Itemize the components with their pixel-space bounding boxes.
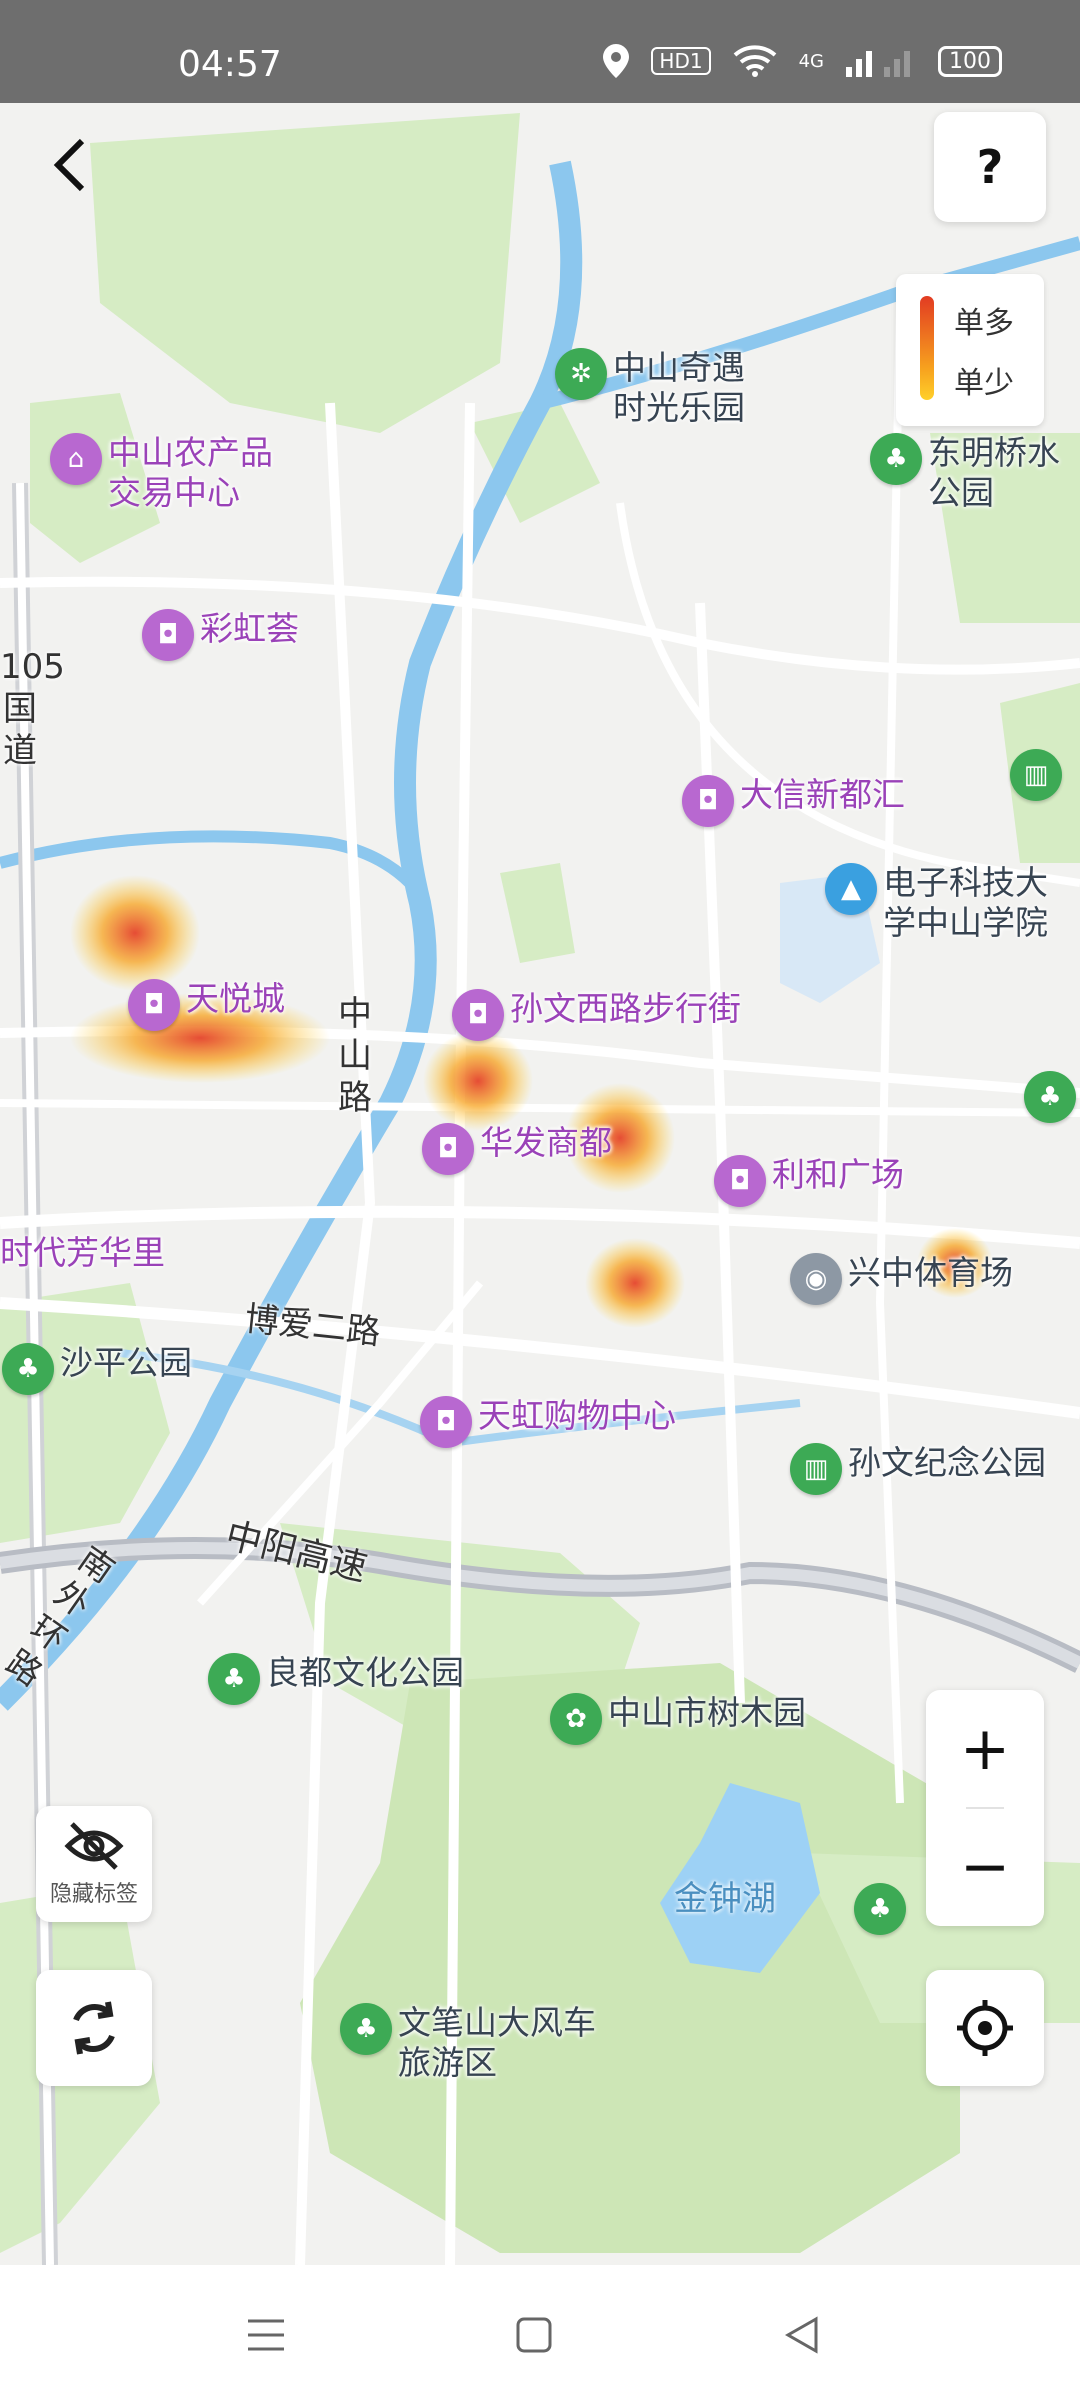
tree-icon: ♣: [854, 1883, 906, 1935]
square-icon: [516, 2317, 552, 2353]
nav-back-button[interactable]: [772, 2305, 832, 2365]
poi-uestc-zhongshan[interactable]: ▲ 电子科技大 学中山学院: [825, 863, 1048, 943]
poi-unlabeled-park[interactable]: ♣: [854, 1883, 906, 1935]
poi-caihonghui[interactable]: ◘ 彩虹荟: [142, 609, 299, 661]
refresh-button[interactable]: [36, 1970, 152, 2086]
poi-unlabeled-park-east[interactable]: ♣: [1024, 1071, 1076, 1123]
poi-sunwen-street[interactable]: ◘ 孙文西路步行街: [452, 989, 741, 1041]
eye-off-icon: [64, 1822, 124, 1870]
refresh-icon: [73, 2001, 115, 2055]
stadium-icon: ◉: [790, 1253, 842, 1305]
shopping-bag-icon: ◘: [420, 1396, 472, 1448]
tree-icon: ♣: [208, 1653, 260, 1705]
hide-labels-text: 隐藏标签: [49, 1882, 138, 1907]
zoom-out-button[interactable]: −: [926, 1808, 1044, 1926]
legend-high: 单多: [954, 306, 1014, 341]
shopping-bag-icon: ◘: [422, 1123, 474, 1175]
status-time: 04:57: [178, 44, 282, 85]
shopping-bag-icon: ◘: [714, 1155, 766, 1207]
poi-shidai-fanghua[interactable]: 时代芳华里: [0, 1233, 165, 1273]
map-base: [0, 113, 1080, 2265]
tree-icon: ♣: [340, 2003, 392, 2055]
chevron-left-icon: [53, 138, 85, 192]
poi-qiyu-park[interactable]: ✲ 中山奇遇 时光乐园: [555, 348, 745, 428]
zoom-divider: [966, 1807, 1004, 1809]
poi-tianhong[interactable]: ◘ 天虹购物中心: [420, 1396, 676, 1448]
ferris-wheel-icon: ✲: [555, 348, 607, 400]
zoom-out-label: −: [959, 1832, 1011, 1902]
poi-agri-market[interactable]: ⌂ 中山农产品 交易中心: [50, 433, 273, 513]
system-nav-bar: [0, 2265, 1080, 2400]
hide-labels-button[interactable]: 隐藏标签: [36, 1806, 152, 1922]
shopping-bag-icon: ◘: [128, 979, 180, 1031]
poi-arboretum[interactable]: ✿ 中山市树木园: [550, 1693, 806, 1745]
poi-sunwen-memorial-park[interactable]: ▥ 孙文纪念公园: [790, 1443, 1046, 1495]
poi-lihe[interactable]: ◘ 利和广场: [714, 1155, 904, 1207]
hd-badge: HD1: [651, 47, 711, 75]
poi-liangdu-park[interactable]: ♣ 良都文化公园: [208, 1653, 464, 1705]
poi-huafa[interactable]: ◘ 华发商都: [422, 1123, 612, 1175]
monument-icon: ▥: [1010, 749, 1062, 801]
water-label-jinzhong: 金钟湖: [674, 1879, 776, 1919]
wifi-icon: [733, 45, 776, 77]
help-label: ?: [976, 140, 1004, 194]
shopping-bag-icon: ◘: [682, 775, 734, 827]
poi-tianyuecheng[interactable]: ◘ 天悦城: [128, 979, 285, 1031]
zoom-in-label: +: [959, 1714, 1011, 1784]
menu-icon: [248, 2319, 284, 2351]
poi-daxin[interactable]: ◘ 大信新都汇: [682, 775, 905, 827]
poi-shaping-park[interactable]: ♣ 沙平公园: [2, 1343, 192, 1395]
monument-icon: ▥: [790, 1443, 842, 1495]
arboretum-icon: ✿: [550, 1693, 602, 1745]
network-type: 4G: [798, 50, 824, 72]
zoom-in-button[interactable]: +: [926, 1690, 1044, 1808]
poi-dongming-park[interactable]: ♣ 东明桥水 公园: [870, 433, 1060, 513]
zoom-control: + −: [926, 1690, 1044, 1926]
poi-xingzhong-stadium[interactable]: ◉ 兴中体育场: [790, 1253, 1013, 1305]
help-button[interactable]: ?: [934, 112, 1046, 222]
road-label-105: 105国道: [0, 647, 65, 771]
shopping-bag-icon: ◘: [142, 609, 194, 661]
tree-icon: ♣: [1024, 1071, 1076, 1123]
heatmap-legend: 单多 单少: [896, 274, 1044, 426]
status-bar: 04:57 HD1 4G 100: [0, 0, 1080, 103]
tree-icon: ♣: [870, 433, 922, 485]
battery-icon: 100: [938, 45, 1002, 77]
map-view[interactable]: ✲ 中山奇遇 时光乐园 ⌂ 中山农产品 交易中心 ♣ 东明桥水 公园 ◘ 彩虹荟…: [0, 103, 1080, 2265]
triangle-back-icon: [784, 2316, 818, 2354]
shop-icon: ⌂: [50, 433, 102, 485]
nav-menu-button[interactable]: [236, 2305, 296, 2365]
signal-icon: [846, 51, 910, 77]
legend-gradient: [920, 296, 934, 400]
poi-unlabeled-museum[interactable]: ▥: [1010, 749, 1062, 801]
crosshair-icon: [957, 2000, 1013, 2056]
poi-wenbishan[interactable]: ♣ 文笔山大风车 旅游区: [340, 2003, 596, 2083]
locate-button[interactable]: [926, 1970, 1044, 2086]
shopping-bag-icon: ◘: [452, 989, 504, 1041]
road-label-zhongshan: 中山路: [338, 994, 372, 1118]
legend-low: 单少: [954, 366, 1014, 401]
location-icon: [603, 44, 630, 78]
graduation-cap-icon: ▲: [825, 863, 877, 915]
back-button[interactable]: [40, 130, 100, 200]
tree-icon: ♣: [2, 1343, 54, 1395]
nav-home-button[interactable]: [504, 2305, 564, 2365]
